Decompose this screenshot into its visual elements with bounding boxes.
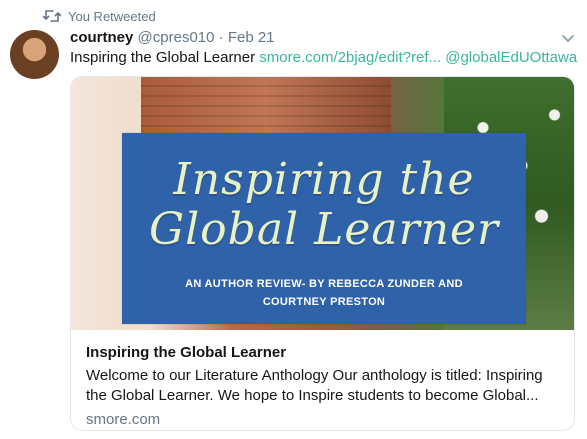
mention-link[interactable]: @globalEdUOttawa bbox=[445, 49, 577, 66]
card-domain: smore.com bbox=[86, 411, 161, 428]
banner-title-line1: Inspiring the bbox=[173, 154, 475, 205]
tweet-body: Inspiring the Global Learner bbox=[70, 49, 256, 66]
card-image[interactable]: Inspiring the Global Learner AN AUTHOR R… bbox=[71, 77, 574, 330]
retweet-icon bbox=[43, 10, 61, 22]
tweet-date[interactable]: Feb 21 bbox=[228, 29, 275, 46]
author-handle[interactable]: @cpres010 bbox=[138, 29, 215, 46]
link-card[interactable]: Inspiring the Global Learner AN AUTHOR R… bbox=[70, 76, 575, 431]
banner-title-line2: Global Learner bbox=[148, 204, 500, 255]
avatar[interactable] bbox=[10, 30, 59, 79]
author-name[interactable]: courtney bbox=[70, 29, 133, 46]
separator: · bbox=[218, 29, 224, 46]
tweet-text: Inspiring the Global Learner smore.com/2… bbox=[70, 48, 577, 68]
banner-subtitle: AN AUTHOR REVIEW- BY REBECCA ZUNDER AND … bbox=[185, 278, 463, 308]
tweet-header: courtney @cpres010 · Feb 21 bbox=[70, 28, 275, 48]
card-description: Welcome to our Literature Anthology Our … bbox=[86, 367, 543, 404]
card-banner: Inspiring the Global Learner AN AUTHOR R… bbox=[122, 133, 526, 324]
tweet-link[interactable]: smore.com/2bjag/edit?ref... bbox=[259, 49, 441, 66]
retweet-context: You Retweeted bbox=[43, 7, 156, 25]
banner-title: Inspiring the Global Learner bbox=[122, 155, 526, 255]
chevron-down-icon[interactable] bbox=[561, 32, 575, 46]
retweet-label: You Retweeted bbox=[68, 8, 156, 24]
card-title[interactable]: Inspiring the Global Learner bbox=[86, 344, 286, 361]
